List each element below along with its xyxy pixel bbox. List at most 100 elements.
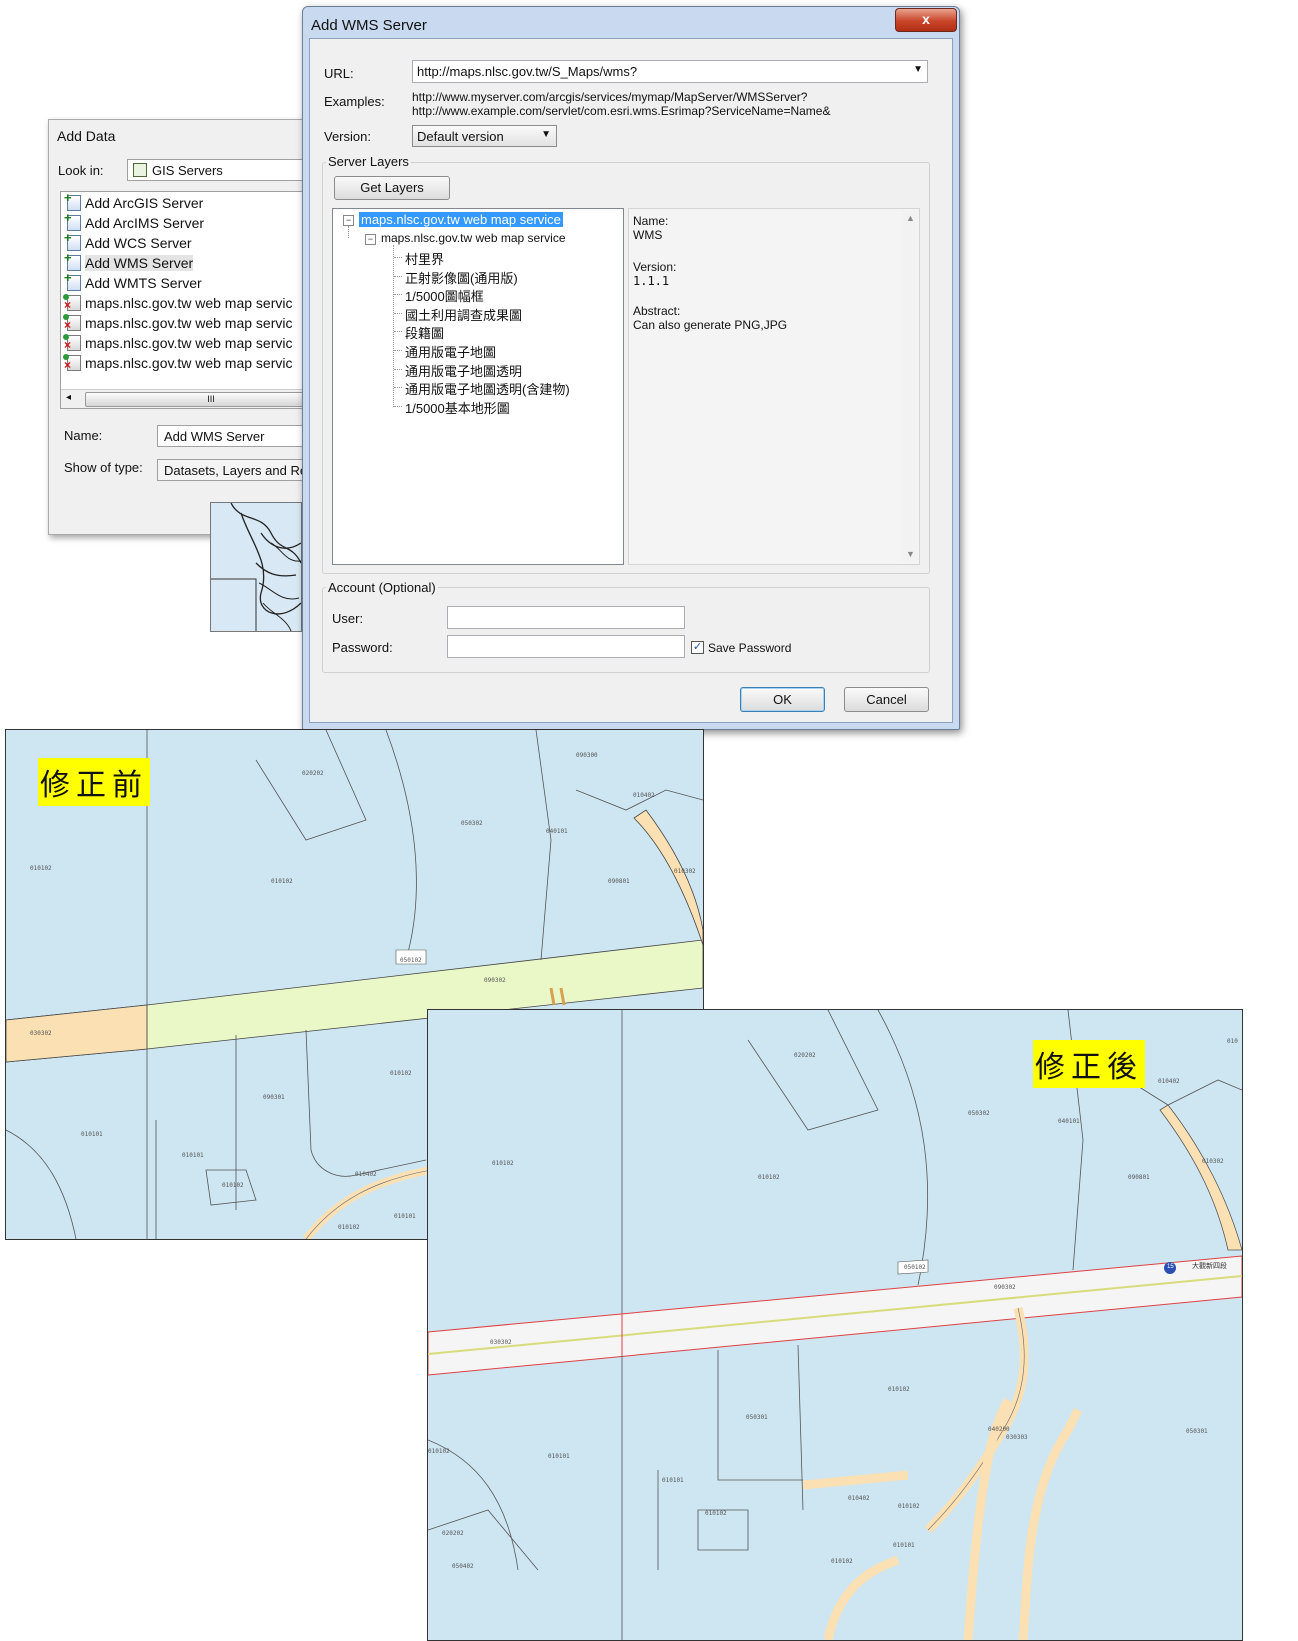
vertical-scrollbar[interactable]: ▲ ▼ — [903, 211, 917, 561]
parcel-label: 010102 — [888, 1386, 910, 1393]
parcel-label: 090301 — [263, 1094, 285, 1101]
parcel-label: 010101 — [394, 1213, 416, 1220]
parcel-label: 030302 — [490, 1339, 512, 1346]
tree-layer-item[interactable]: 1/5000圖幅框 — [405, 286, 484, 305]
info-name-value: WMS — [633, 228, 663, 242]
layer-tree[interactable]: − maps.nlsc.gov.tw web map service − map… — [332, 208, 624, 565]
parcel-label: 010101 — [893, 1542, 915, 1549]
tree-layer-item[interactable]: 通用版電子地圖透明 — [405, 361, 522, 380]
catalog-item[interactable]: maps.nlsc.gov.tw web map servic — [63, 313, 292, 333]
parcel-label: 010402 — [355, 1171, 377, 1178]
catalog-item-label: Add ArcIMS Server — [85, 215, 205, 231]
url-input[interactable]: http://maps.nlsc.gov.tw/S_Maps/wms? ▼ — [412, 60, 928, 83]
user-label: User: — [332, 611, 364, 626]
parcel-label: 010101 — [662, 1477, 684, 1484]
add-data-title: Add Data — [57, 128, 116, 144]
info-version-label: Version: — [633, 260, 677, 274]
catalog-item[interactable]: Add WCS Server — [64, 230, 192, 253]
ok-button[interactable]: OK — [740, 687, 825, 712]
road-shield-number: 15 — [1167, 1264, 1174, 1270]
collapse-icon[interactable]: − — [365, 234, 376, 245]
scroll-up-icon[interactable]: ▲ — [906, 213, 915, 223]
save-password-checkbox[interactable]: ✓ — [691, 641, 704, 654]
catalog-item[interactable]: Add ArcIMS Server — [64, 210, 205, 233]
parcel-label: 010102 — [390, 1070, 412, 1077]
catalog-item[interactable]: maps.nlsc.gov.tw web map servic — [63, 333, 293, 353]
parcel-label: 030303 — [1006, 1434, 1028, 1441]
catalog-item-label: Add WMS Server — [85, 255, 194, 271]
scroll-thumb[interactable]: III — [85, 392, 337, 407]
scroll-down-icon[interactable]: ▼ — [906, 549, 915, 559]
parcel-label: 010402 — [848, 1495, 870, 1502]
url-value: http://maps.nlsc.gov.tw/S_Maps/wms? — [417, 64, 638, 79]
password-input[interactable] — [447, 635, 685, 658]
password-label: Password: — [332, 640, 393, 655]
cancel-button[interactable]: Cancel — [844, 687, 929, 712]
collapse-icon[interactable]: − — [343, 215, 354, 226]
catalog-item[interactable]: maps.nlsc.gov.tw web map servic — [63, 293, 293, 313]
catalog-item[interactable]: Add WMTS Server — [64, 270, 202, 293]
tree-connector — [348, 226, 350, 238]
parcel-label: 010302 — [1202, 1158, 1224, 1165]
map-after-correction: 修正後 15 大觀新四段 020202 010402 050302 040101 010… — [427, 1009, 1243, 1641]
layer-info-text: Name: WMS Version: 1.1.1 Abstract: Can a… — [633, 214, 787, 332]
parcel-label: 010302 — [674, 868, 696, 875]
parcel-label: 050102 — [400, 957, 422, 964]
parcel-label: 010101 — [548, 1453, 570, 1460]
before-correction-badge: 修正前 — [38, 758, 150, 806]
catalog-item[interactable]: Add WMS Server — [64, 250, 194, 273]
tree-layer-item[interactable]: 通用版電子地圖透明(含建物) — [405, 379, 570, 398]
tree-child-item[interactable]: maps.nlsc.gov.tw web map service — [381, 231, 566, 245]
url-label: URL: — [324, 66, 354, 81]
tree-layer-item[interactable]: 村里界 — [405, 249, 444, 268]
parcel-label: 090300 — [576, 752, 598, 759]
dropdown-arrow-icon[interactable]: ▼ — [913, 64, 923, 75]
save-password-label: Save Password — [708, 641, 792, 655]
parcel-label: 010101 — [81, 1131, 103, 1138]
add-server-icon — [64, 250, 81, 271]
user-input[interactable] — [447, 606, 685, 629]
look-in-label: Look in: — [58, 163, 104, 178]
catalog-list[interactable]: Add ArcGIS Server Add ArcIMS Server Add WC… — [60, 190, 339, 409]
tree-layer-item[interactable]: 國土利用調查成果圖 — [405, 305, 522, 324]
parcel-label: 040200 — [988, 1426, 1010, 1433]
close-icon: x — [922, 11, 930, 27]
catalog-item[interactable]: Add ArcGIS Server — [64, 190, 203, 213]
tree-connector — [394, 350, 402, 351]
catalog-item-label: maps.nlsc.gov.tw web map servic — [85, 335, 293, 351]
add-server-icon — [64, 230, 81, 251]
parcel-label: 010101 — [182, 1152, 204, 1159]
tree-layer-item[interactable]: 段籍圖 — [405, 323, 444, 342]
scroll-left-icon[interactable]: ◂ — [66, 392, 71, 403]
parcel-label: 010102 — [338, 1224, 360, 1231]
tree-layer-item[interactable]: 正射影像圖(通用版) — [405, 268, 518, 287]
parcel-label: 090801 — [1128, 1174, 1150, 1181]
version-select[interactable]: Default version ▼ — [412, 125, 557, 147]
tree-layer-item[interactable]: 1/5000基本地形圖 — [405, 398, 510, 417]
after-correction-badge: 修正後 — [1033, 1040, 1145, 1088]
background-map-fragment — [210, 502, 302, 632]
tree-layer-item[interactable]: 通用版電子地圖 — [405, 342, 496, 361]
parcel-label: 040101 — [1058, 1118, 1080, 1125]
parcel-label: 050302 — [461, 820, 483, 827]
parcel-label: 010102 — [758, 1174, 780, 1181]
catalog-item[interactable]: maps.nlsc.gov.tw web map servic — [63, 353, 292, 373]
close-button[interactable]: x — [895, 8, 957, 32]
add-data-dialog: Add Data Look in: GIS Servers Add ArcGIS… — [48, 119, 340, 535]
parcel-label: 040101 — [546, 828, 568, 835]
tree-root-item[interactable]: maps.nlsc.gov.tw web map service — [359, 212, 563, 227]
parcel-label: 010402 — [633, 792, 655, 799]
get-layers-button[interactable]: Get Layers — [334, 176, 450, 200]
parcel-label: 050301 — [1186, 1428, 1208, 1435]
tree-connector — [394, 294, 402, 296]
example-1: http://www.myserver.com/arcgis/services/… — [412, 90, 808, 104]
parcel-label: 010102 — [898, 1503, 920, 1510]
parcel-label: 010102 — [30, 865, 52, 872]
horizontal-scrollbar[interactable]: ◂ III — [61, 389, 339, 408]
catalog-item-label: maps.nlsc.gov.tw web map servic — [85, 295, 293, 311]
tree-connector — [394, 405, 402, 407]
name-label: Name: — [64, 428, 103, 443]
wms-connection-icon — [63, 314, 81, 332]
map-after-parcels — [428, 1010, 1242, 1640]
wms-dialog-client: URL: http://maps.nlsc.gov.tw/S_Maps/wms?… — [309, 38, 953, 723]
